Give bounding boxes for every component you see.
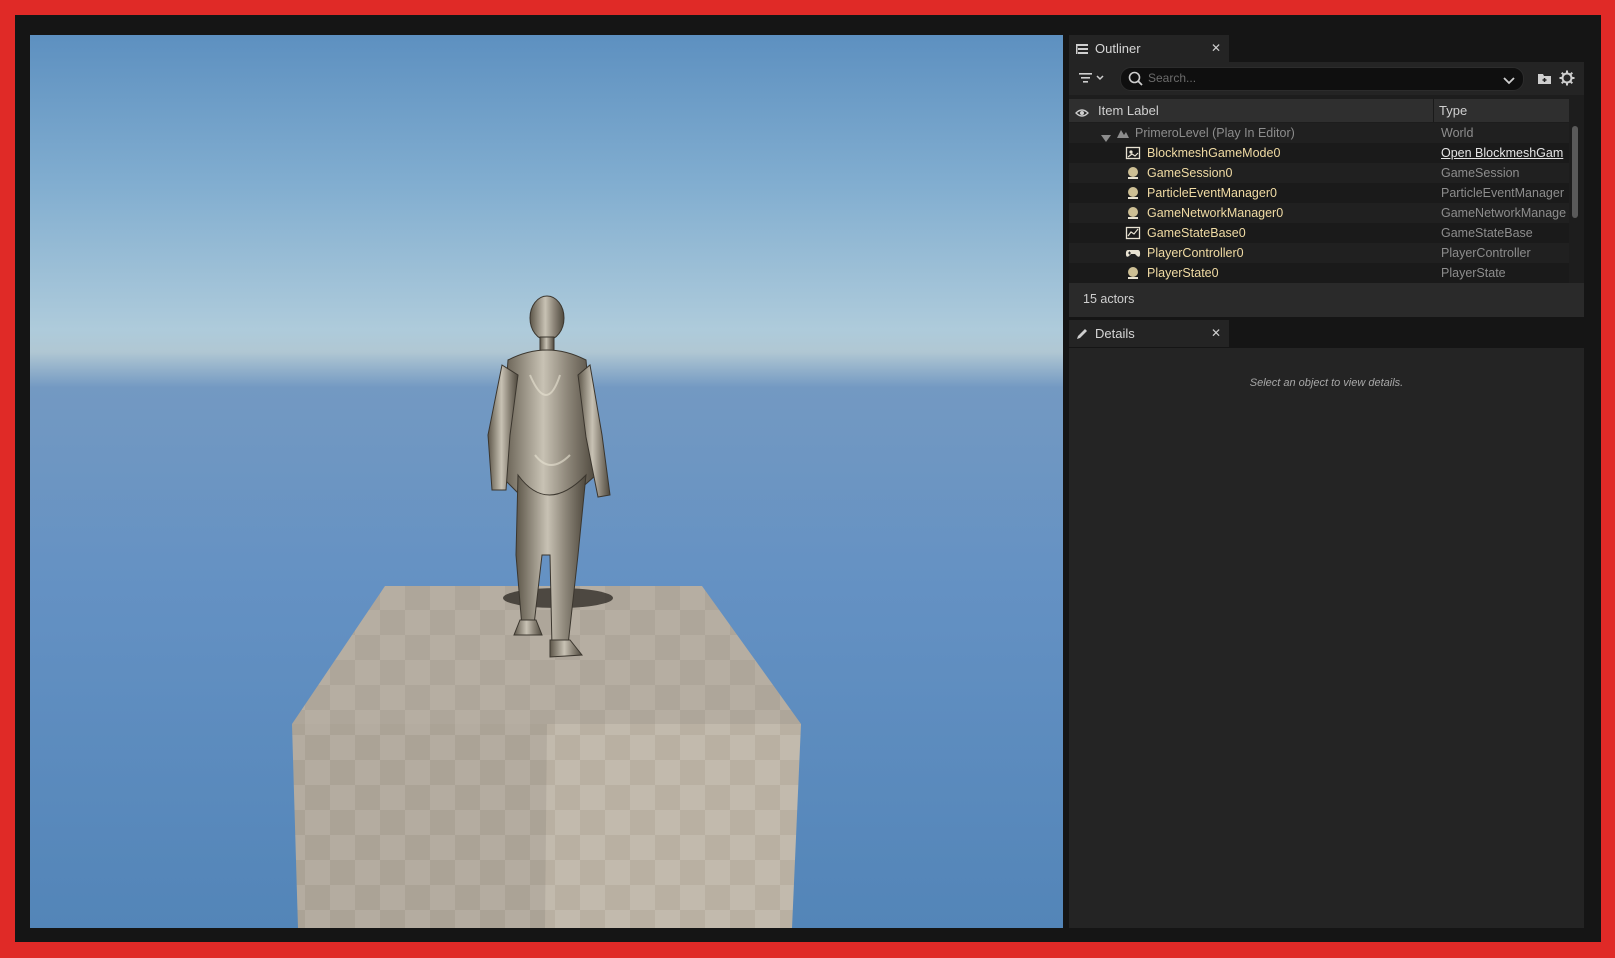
outliner-scrollbar[interactable] <box>1572 126 1578 218</box>
game-viewport[interactable] <box>30 35 1063 928</box>
outliner-footer: 15 actors <box>1069 283 1584 317</box>
close-icon[interactable]: ✕ <box>1211 326 1221 340</box>
outliner-panel: Search... Item Label Type PrimeroLevel (… <box>1069 62 1584 317</box>
search-placeholder: Search... <box>1148 71 1197 85</box>
outliner-icon <box>1075 42 1089 56</box>
actor-icon <box>1125 165 1141 181</box>
column-item-label[interactable]: Item Label <box>1098 103 1159 118</box>
filter-icon[interactable] <box>1079 71 1109 90</box>
actor-count: 15 actors <box>1083 292 1135 306</box>
column-type[interactable]: Type <box>1433 99 1467 122</box>
world-type: World <box>1441 126 1474 140</box>
actor-icon <box>1125 205 1141 221</box>
details-empty-message: Select an object to view details. <box>1249 377 1404 389</box>
gear-icon[interactable] <box>1559 70 1575 91</box>
search-input[interactable]: Search... <box>1120 67 1524 91</box>
tree-row-world[interactable]: PrimeroLevel (Play In Editor) World <box>1069 123 1569 143</box>
actor-icon <box>1125 185 1141 201</box>
tab-outliner[interactable]: Outliner ✕ <box>1069 35 1229 62</box>
table-row[interactable]: ParticleEventManager0 ParticleEventManag… <box>1069 183 1569 203</box>
world-label: PrimeroLevel (Play In Editor) <box>1135 126 1295 140</box>
row-label: PlayerState0 <box>1147 266 1219 280</box>
table-row[interactable]: GameNetworkManager0 GameNetworkManage <box>1069 203 1569 223</box>
outliner-toolbar: Search... <box>1069 62 1584 95</box>
row-type: PlayerState <box>1441 266 1506 280</box>
row-type: ParticleEventManager <box>1441 186 1564 200</box>
row-type: PlayerController <box>1441 246 1531 260</box>
outliner-column-header: Item Label Type <box>1069 99 1569 122</box>
pencil-icon <box>1075 327 1089 341</box>
row-label: PlayerController0 <box>1147 246 1244 260</box>
table-row[interactable]: GameSession0 GameSession <box>1069 163 1569 183</box>
row-label: GameSession0 <box>1147 166 1233 180</box>
close-icon[interactable]: ✕ <box>1211 41 1221 55</box>
world-icon <box>1115 125 1131 141</box>
chevron-down-icon[interactable] <box>1503 73 1515 91</box>
row-type: GameSession <box>1441 166 1520 180</box>
table-row[interactable]: PlayerController0 PlayerController <box>1069 243 1569 263</box>
search-icon <box>1128 71 1144 92</box>
game-mode-icon <box>1125 145 1141 161</box>
add-folder-icon[interactable] <box>1537 71 1552 90</box>
viewport-scene <box>292 295 801 928</box>
row-type: GameStateBase <box>1441 226 1533 240</box>
row-label: GameStateBase0 <box>1147 226 1246 240</box>
game-state-icon <box>1125 225 1141 241</box>
visibility-eye-icon[interactable] <box>1075 106 1089 121</box>
row-label: ParticleEventManager0 <box>1147 186 1277 200</box>
open-blueprint-link[interactable]: Open BlockmeshGam <box>1441 143 1569 163</box>
outliner-tab-title: Outliner <box>1095 41 1141 56</box>
actor-icon <box>1125 265 1141 281</box>
details-panel: Select an object to view details. <box>1069 348 1584 928</box>
row-label: BlockmeshGameMode0 <box>1147 146 1281 160</box>
table-row[interactable]: BlockmeshGameMode0 Open BlockmeshGam <box>1069 143 1569 163</box>
details-tab-title: Details <box>1095 326 1135 341</box>
table-row[interactable]: PlayerState0 PlayerState <box>1069 263 1569 283</box>
row-type: GameNetworkManage <box>1441 206 1567 220</box>
tab-details[interactable]: Details ✕ <box>1069 320 1229 347</box>
gamepad-icon <box>1125 245 1141 261</box>
row-label: GameNetworkManager0 <box>1147 206 1284 220</box>
table-row[interactable]: GameStateBase0 GameStateBase <box>1069 223 1569 243</box>
